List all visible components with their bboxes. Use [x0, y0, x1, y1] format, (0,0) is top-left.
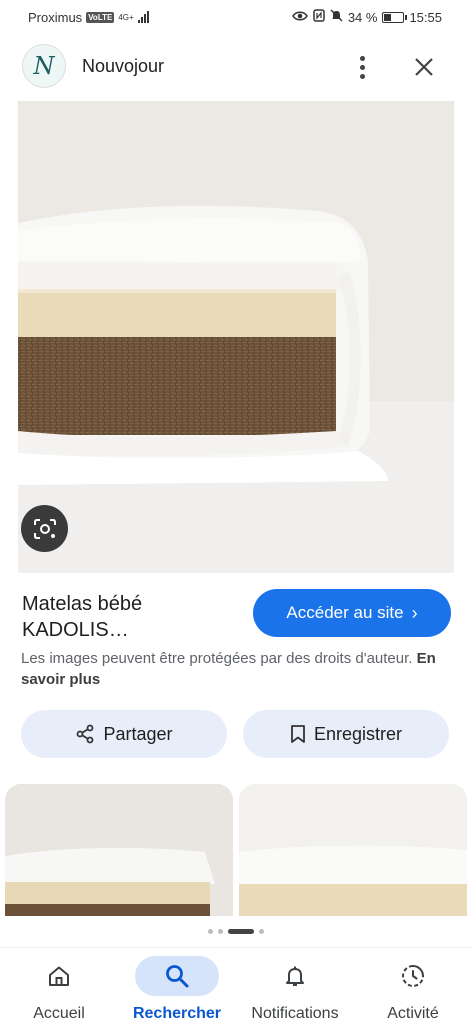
- share-icon: [77, 724, 94, 744]
- more-dot: [359, 73, 365, 79]
- more-dot: [359, 64, 365, 70]
- nav-icon-container: [371, 956, 455, 996]
- share-button[interactable]: Partager: [21, 710, 227, 758]
- carousel-indicator: [0, 929, 472, 934]
- copyright-notice: Les images peuvent être protégées par de…: [21, 648, 441, 690]
- battery-fill: [384, 13, 392, 21]
- visit-site-button[interactable]: Accéder au site ›: [253, 589, 451, 637]
- status-right: 34 % 15:55: [291, 9, 442, 25]
- carousel-dot: [259, 929, 264, 934]
- save-label: Enregistrer: [313, 723, 403, 744]
- carousel-dot: [208, 929, 213, 934]
- chevron-right-icon: ›: [411, 602, 418, 623]
- status-bar: Proximus VoLTE 4G+ 34 % 15:55: [0, 0, 472, 34]
- close-icon: [415, 58, 433, 76]
- close-button[interactable]: [408, 52, 440, 82]
- site-name[interactable]: Nouvojour: [82, 56, 164, 77]
- signal-icon: [137, 11, 149, 23]
- nav-icon-container: [135, 956, 219, 996]
- nav-icon-container: [17, 956, 101, 996]
- nav-item-home[interactable]: Accueil: [0, 956, 118, 1023]
- copyright-text: Les images peuvent être protégées par de…: [21, 650, 413, 667]
- mattress-photo: [18, 101, 454, 573]
- result-title[interactable]: Matelas bébé KADOLIS…: [22, 591, 242, 643]
- related-mattress-photo: [5, 784, 233, 916]
- lens-search-button[interactable]: [21, 505, 68, 552]
- eye-icon: [291, 10, 308, 25]
- clock: 15:55: [409, 9, 442, 25]
- related-mattress-photo: [239, 784, 467, 916]
- site-logo[interactable]: N: [22, 44, 66, 88]
- nav-icon-container: [253, 956, 337, 996]
- nav-label-notifications: Notifications: [251, 1005, 339, 1022]
- home-icon: [49, 966, 69, 986]
- activity-icon: [402, 965, 424, 987]
- save-button[interactable]: Enregistrer: [243, 710, 449, 758]
- status-left: Proximus VoLTE 4G+: [28, 10, 149, 25]
- search-icon: [166, 965, 189, 988]
- network-type: 4G+: [118, 12, 134, 22]
- nfc-icon: [313, 9, 325, 25]
- volte-badge: VoLTE: [86, 11, 115, 23]
- result-image[interactable]: [18, 101, 454, 573]
- share-label: Partager: [103, 723, 173, 744]
- more-vertical-icon: [359, 55, 365, 61]
- logo-letter: N: [33, 52, 55, 80]
- nav-item-search[interactable]: Rechercher: [118, 956, 236, 1023]
- app-header: N Nouvojour: [0, 44, 472, 90]
- related-image[interactable]: [5, 784, 233, 916]
- mute-icon: [330, 9, 343, 25]
- more-options-button[interactable]: [346, 52, 378, 82]
- nav-label-search: Rechercher: [132, 1005, 222, 1022]
- nav-item-notifications[interactable]: Notifications: [236, 956, 354, 1023]
- carousel-dot-active: [228, 929, 254, 934]
- bell-icon: [286, 966, 304, 986]
- bookmark-icon: [291, 725, 305, 743]
- carousel-dot: [218, 929, 223, 934]
- nav-label-home: Accueil: [33, 1005, 85, 1022]
- battery-percent: 34 %: [347, 9, 378, 25]
- lens-search-icon: [33, 518, 56, 539]
- nav-label-activity: Activité: [387, 1005, 439, 1022]
- carrier-name: Proximus: [28, 9, 83, 25]
- battery-icon: [382, 11, 408, 23]
- nav-item-activity[interactable]: Activité: [354, 956, 472, 1023]
- visit-site-label: Accéder au site: [286, 603, 404, 622]
- bottom-nav: Accueil Rechercher Notifications Activit…: [0, 947, 472, 1024]
- related-image[interactable]: [239, 784, 467, 916]
